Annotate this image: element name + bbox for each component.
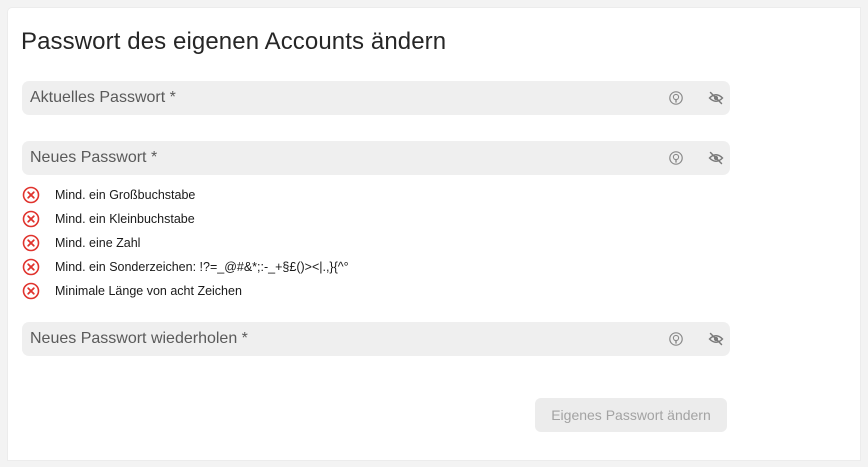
requirement-item: Mind. ein Großbuchstabe: [22, 183, 349, 207]
requirement-label: Mind. ein Sonderzeichen: !?=_@#&*;:-_+§£…: [55, 260, 349, 274]
password-generator-icon[interactable]: [668, 150, 684, 166]
repeat-password-input[interactable]: [22, 322, 650, 356]
repeat-password-field: [22, 322, 730, 356]
requirement-label: Mind. ein Kleinbuchstabe: [55, 212, 195, 226]
password-generator-icon[interactable]: [668, 90, 684, 106]
eye-off-icon[interactable]: [708, 150, 724, 166]
x-circle-icon: [22, 258, 40, 276]
new-password-input[interactable]: [22, 141, 650, 175]
x-circle-icon: [22, 210, 40, 228]
requirement-item: Mind. eine Zahl: [22, 231, 349, 255]
x-circle-icon: [22, 282, 40, 300]
requirement-label: Mind. ein Großbuchstabe: [55, 188, 196, 202]
requirement-label: Minimale Länge von acht Zeichen: [55, 284, 242, 298]
current-password-input[interactable]: [22, 81, 650, 115]
eye-off-icon[interactable]: [708, 90, 724, 106]
current-password-field: [22, 81, 730, 115]
requirement-label: Mind. eine Zahl: [55, 236, 141, 250]
x-circle-icon: [22, 186, 40, 204]
password-requirements-list: Mind. ein Großbuchstabe Mind. ein Kleinb…: [22, 183, 349, 303]
requirement-item: Mind. ein Kleinbuchstabe: [22, 207, 349, 231]
x-circle-icon: [22, 234, 40, 252]
requirement-item: Mind. ein Sonderzeichen: !?=_@#&*;:-_+§£…: [22, 255, 349, 279]
page-title: Passwort des eigenen Accounts ändern: [21, 28, 447, 55]
requirement-item: Minimale Länge von acht Zeichen: [22, 279, 349, 303]
new-password-field: [22, 141, 730, 175]
eye-off-icon[interactable]: [708, 331, 724, 347]
password-generator-icon[interactable]: [668, 331, 684, 347]
change-password-button[interactable]: Eigenes Passwort ändern: [535, 398, 727, 432]
change-password-card: Passwort des eigenen Accounts ändern Min…: [8, 8, 860, 460]
